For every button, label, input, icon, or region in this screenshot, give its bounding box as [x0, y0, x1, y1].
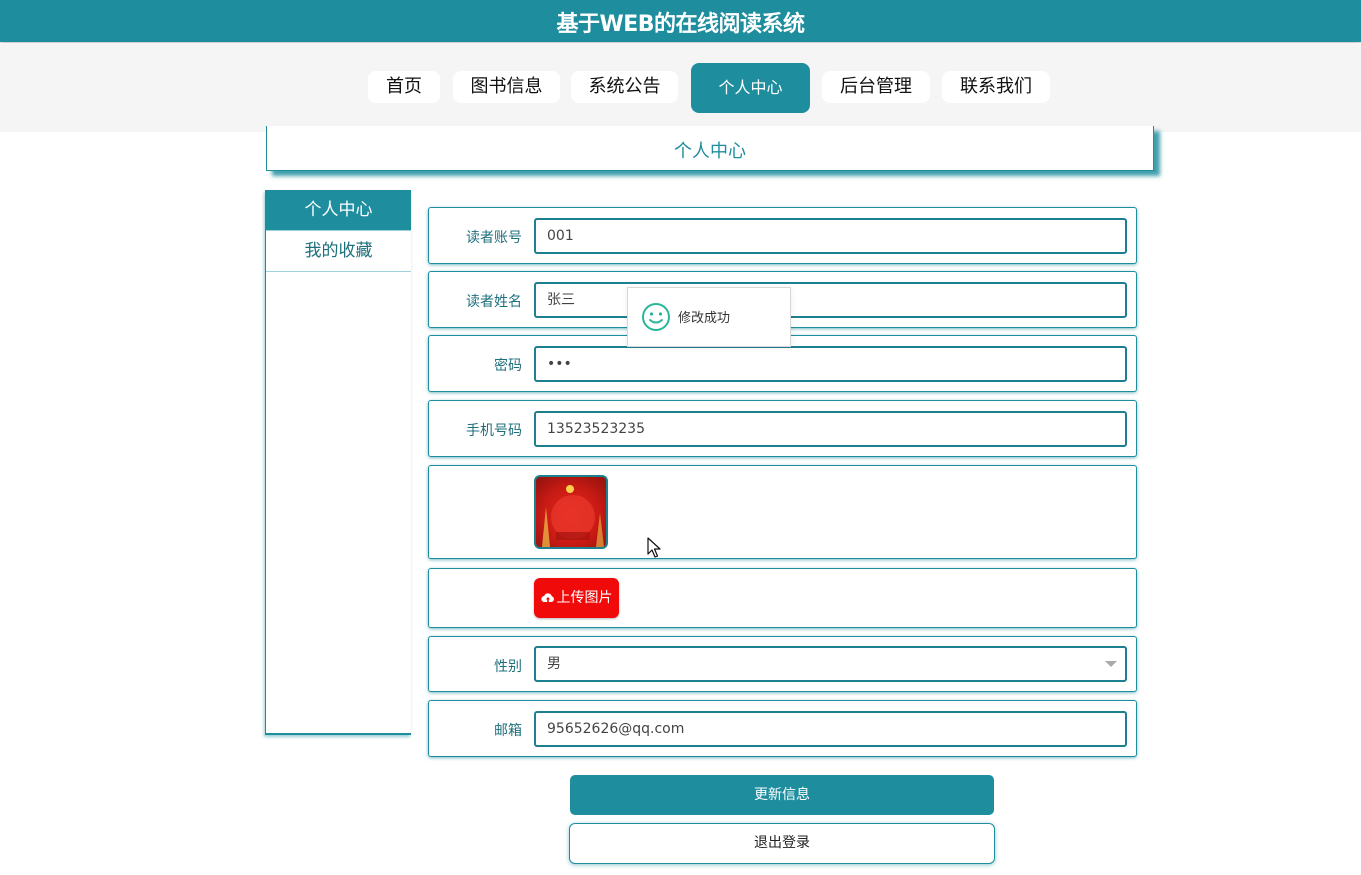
sidebar-item-favorites[interactable]: 我的收藏 — [266, 231, 411, 272]
form-row-avatar — [428, 465, 1137, 559]
form-row-upload: 上传图片 — [428, 568, 1137, 628]
sidebar: 个人中心 我的收藏 — [265, 190, 411, 735]
toast-message: 修改成功 — [678, 311, 731, 326]
account-label: 读者账号 — [466, 230, 522, 246]
name-label: 读者姓名 — [466, 294, 522, 310]
logout-button[interactable]: 退出登录 — [569, 823, 995, 864]
gender-label: 性别 — [494, 659, 522, 675]
nav-item-contact[interactable]: 联系我们 — [942, 71, 1050, 103]
smile-icon — [642, 303, 670, 331]
account-field[interactable]: 001 — [534, 218, 1127, 254]
gender-value: 男 — [547, 656, 561, 672]
section-title: 个人中心 — [674, 141, 746, 162]
name-field[interactable]: 张三 — [534, 282, 1127, 318]
top-bar: 基于WEB的在线阅读系统 — [0, 0, 1361, 42]
avatar-picture — [542, 485, 604, 547]
form-row-email: 邮箱 95652626@qq.com — [428, 700, 1137, 757]
success-toast: 修改成功 — [627, 287, 791, 347]
nav-item-home[interactable]: 首页 — [368, 71, 440, 103]
section-header: 个人中心 — [266, 126, 1154, 171]
mouse-cursor-icon — [647, 537, 661, 558]
upload-image-button[interactable]: 上传图片 — [534, 578, 619, 618]
cloud-upload-icon — [540, 593, 554, 603]
avatar-image — [534, 475, 608, 549]
form-row-account: 读者账号 001 — [428, 207, 1137, 264]
phone-label: 手机号码 — [466, 423, 522, 439]
form-row-phone: 手机号码 13523523235 — [428, 400, 1137, 457]
nav-item-books[interactable]: 图书信息 — [453, 71, 560, 103]
email-field[interactable]: 95652626@qq.com — [534, 711, 1127, 747]
gender-select[interactable]: 男 — [534, 646, 1127, 682]
upload-label: 上传图片 — [556, 590, 613, 606]
chevron-down-icon — [1105, 661, 1117, 667]
password-field[interactable]: ••• — [534, 346, 1127, 382]
nav-item-profile[interactable]: 个人中心 — [691, 63, 810, 113]
site-title: 基于WEB的在线阅读系统 — [556, 12, 805, 37]
phone-field[interactable]: 13523523235 — [534, 411, 1127, 447]
nav-item-notices[interactable]: 系统公告 — [571, 71, 678, 103]
sidebar-item-profile[interactable]: 个人中心 — [266, 190, 411, 231]
update-info-button[interactable]: 更新信息 — [570, 775, 994, 815]
nav-bar: 首页 图书信息 系统公告 个人中心 后台管理 联系我们 — [0, 43, 1361, 132]
form-row-gender: 性别 男 — [428, 636, 1137, 692]
email-label: 邮箱 — [494, 723, 522, 739]
password-label: 密码 — [494, 358, 522, 374]
nav-item-admin[interactable]: 后台管理 — [822, 71, 930, 103]
